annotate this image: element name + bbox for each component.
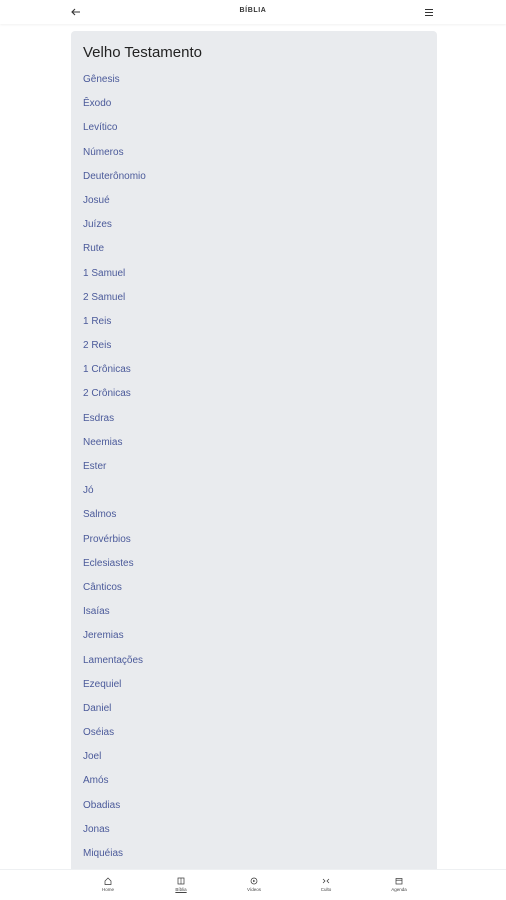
book-link[interactable]: 1 Reis xyxy=(83,313,146,337)
book-link[interactable]: 2 Crônicas xyxy=(83,385,146,409)
book-link[interactable]: Eclesiastes xyxy=(83,555,146,579)
book-link[interactable]: Ezequiel xyxy=(83,676,146,700)
book-link[interactable]: Rute xyxy=(83,240,146,264)
nav-label: Culto xyxy=(320,887,332,892)
nav-culto[interactable]: Culto xyxy=(296,877,356,892)
menu-button[interactable] xyxy=(421,5,437,19)
book-link[interactable]: Oséias xyxy=(83,724,146,748)
video-icon xyxy=(250,877,258,885)
book-link[interactable]: Jonas xyxy=(83,821,146,845)
book-list: Gênesis Êxodo Levítico Números Deuterônomio J… xyxy=(83,71,146,869)
book-link[interactable]: 2 Samuel xyxy=(83,289,146,313)
book-link[interactable]: Josué xyxy=(83,192,146,216)
book-link[interactable]: Deuterônomio xyxy=(83,168,146,192)
book-link[interactable]: Lamentações xyxy=(83,652,146,676)
section-heading: Velho Testamento xyxy=(83,44,202,61)
book-link[interactable]: Provérbios xyxy=(83,531,146,555)
book-link[interactable]: Miquéias xyxy=(83,845,146,869)
top-app-bar: BÍBLIA xyxy=(0,0,506,24)
book-link[interactable]: Levítico xyxy=(83,119,146,143)
old-testament-card: Velho Testamento Gênesis Êxodo Levítico Núm… xyxy=(71,31,437,881)
book-link[interactable]: 2 Reis xyxy=(83,337,146,361)
book-link[interactable]: Daniel xyxy=(83,700,146,724)
book-link[interactable]: Gênesis xyxy=(83,71,146,95)
book-link[interactable]: Ester xyxy=(83,458,146,482)
nav-label: Home xyxy=(101,887,114,892)
bottom-navigation: Home Bíblia Vídeos Culto Agenda xyxy=(0,869,506,900)
book-link[interactable]: Números xyxy=(83,144,146,168)
book-link[interactable]: Cânticos xyxy=(83,579,146,603)
hamburger-menu-icon xyxy=(425,8,433,16)
book-link[interactable]: 1 Samuel xyxy=(83,265,146,289)
nav-agenda[interactable]: Agenda xyxy=(369,877,429,892)
book-link[interactable]: Neemias xyxy=(83,434,146,458)
nav-videos[interactable]: Vídeos xyxy=(224,877,284,892)
nav-biblia[interactable]: Bíblia xyxy=(151,877,211,892)
calendar-icon xyxy=(395,878,403,885)
book-link[interactable]: Salmos xyxy=(83,506,146,530)
book-link[interactable]: 1 Crônicas xyxy=(83,361,146,385)
nav-label: Agenda xyxy=(391,887,407,892)
book-link[interactable]: Êxodo xyxy=(83,95,146,119)
book-link[interactable]: Juízes xyxy=(83,216,146,240)
nav-home[interactable]: Home xyxy=(78,877,138,892)
culto-icon xyxy=(322,878,330,884)
nav-label: Bíblia xyxy=(175,887,187,892)
book-link[interactable]: Esdras xyxy=(83,410,146,434)
nav-label: Vídeos xyxy=(246,887,261,892)
book-link[interactable]: Jeremias xyxy=(83,627,146,651)
book-icon xyxy=(177,877,185,885)
book-link[interactable]: Amós xyxy=(83,772,146,796)
book-link[interactable]: Obadias xyxy=(83,797,146,821)
book-link[interactable]: Jó xyxy=(83,482,146,506)
home-icon xyxy=(104,877,112,885)
book-link[interactable]: Joel xyxy=(83,748,146,772)
book-link[interactable]: Isaías xyxy=(83,603,146,627)
